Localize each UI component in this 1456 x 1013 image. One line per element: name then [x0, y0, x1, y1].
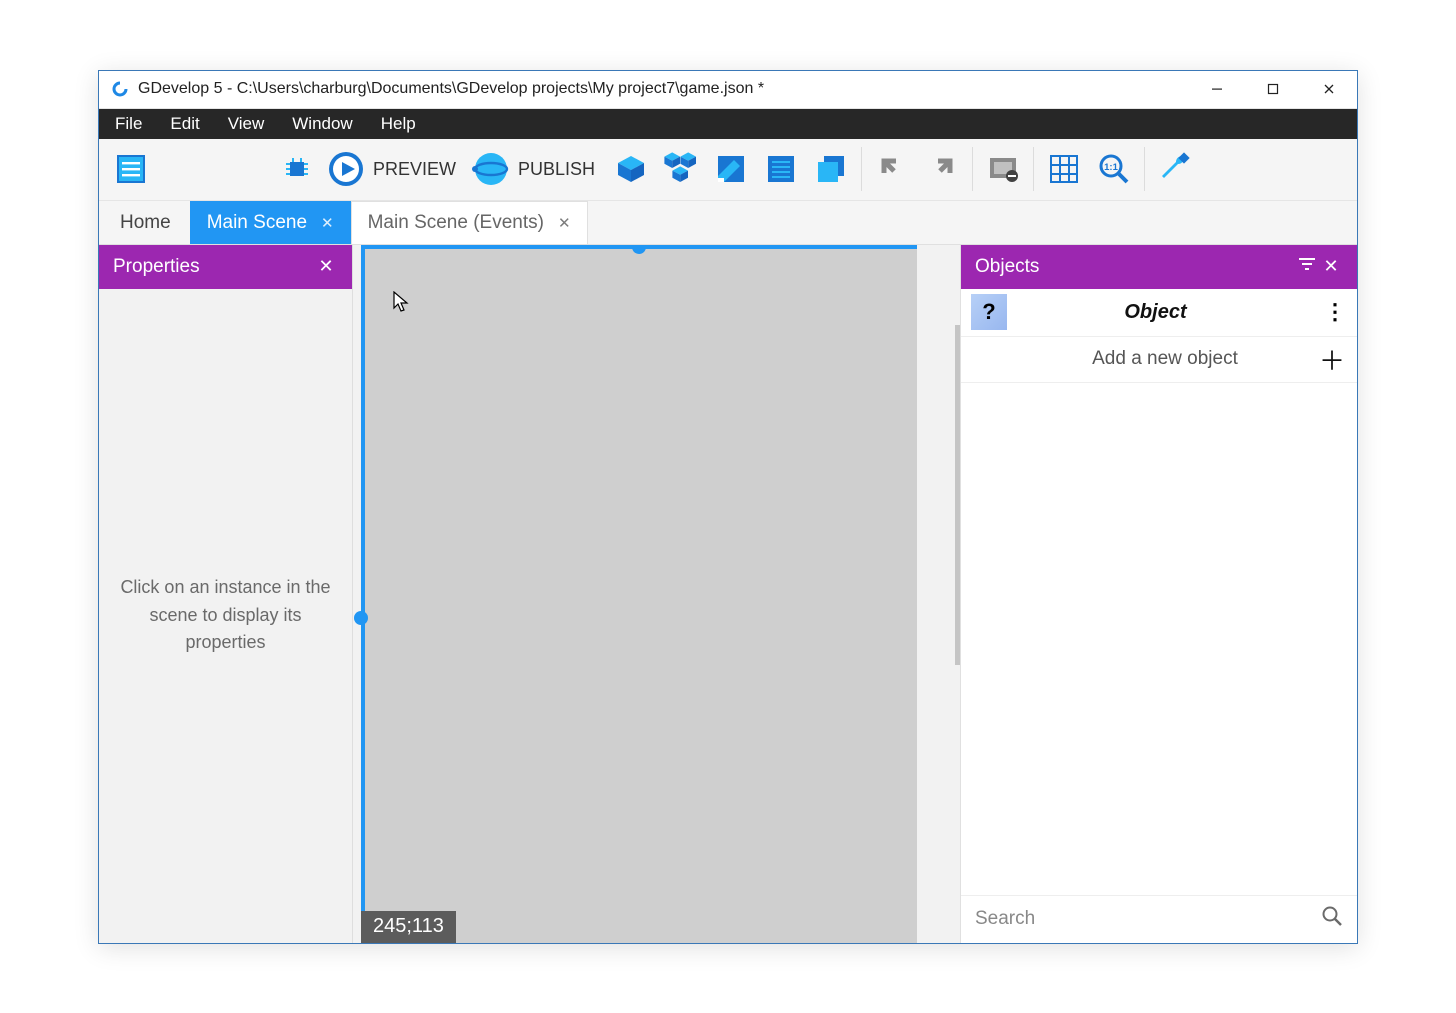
add-object-button[interactable]: Add a new object ＋	[961, 337, 1357, 383]
properties-panel: Properties ✕ Click on an instance in the…	[99, 245, 353, 943]
object-thumbnail-icon: ?	[971, 294, 1007, 330]
project-manager-button[interactable]	[109, 147, 153, 191]
toolbar: PREVIEW PUBLISH	[99, 139, 1357, 201]
open-objects-button[interactable]	[609, 147, 653, 191]
maximize-button[interactable]	[1245, 71, 1301, 108]
app-logo-icon	[111, 80, 129, 98]
publish-label: PUBLISH	[518, 159, 595, 180]
properties-title: Properties	[113, 256, 200, 278]
debugger-button[interactable]	[275, 147, 319, 191]
object-name: Object	[1021, 301, 1310, 324]
menu-file[interactable]: File	[101, 110, 156, 138]
settings-button[interactable]	[1153, 147, 1197, 191]
open-properties-button[interactable]	[709, 147, 753, 191]
mask-button[interactable]	[981, 147, 1025, 191]
objects-header: Objects ✕	[961, 245, 1357, 289]
add-object-label: Add a new object	[981, 348, 1319, 370]
close-tab-icon[interactable]: ✕	[558, 214, 571, 232]
preview-label: PREVIEW	[373, 159, 456, 180]
zoom-reset-button[interactable]: 1:1	[1092, 147, 1136, 191]
search-icon	[1321, 905, 1343, 933]
main-row: Properties ✕ Click on an instance in the…	[99, 245, 1357, 943]
undo-button[interactable]	[870, 147, 914, 191]
close-tab-icon[interactable]: ✕	[321, 214, 334, 232]
menu-help[interactable]: Help	[367, 110, 430, 138]
objects-title: Objects	[975, 256, 1039, 278]
svg-text:1:1: 1:1	[1104, 162, 1118, 173]
app-window: GDevelop 5 - C:\Users\charburg\Documents…	[98, 70, 1358, 944]
tab-home-label: Home	[120, 212, 171, 234]
window-controls	[1189, 71, 1357, 108]
object-row[interactable]: ? Object ⋮	[961, 289, 1357, 337]
properties-empty-text: Click on an instance in the scene to dis…	[99, 289, 352, 943]
title-bar: GDevelop 5 - C:\Users\charburg\Documents…	[99, 71, 1357, 109]
close-panel-icon[interactable]: ✕	[314, 256, 338, 277]
scene-scrollbar[interactable]	[955, 325, 960, 665]
tab-label: Main Scene (Events)	[368, 212, 544, 234]
menu-window[interactable]: Window	[278, 110, 366, 138]
menu-view[interactable]: View	[214, 110, 279, 138]
camera-bound-left	[361, 245, 365, 943]
editor-tabs: Home Main Scene ✕ Main Scene (Events) ✕	[99, 201, 1357, 245]
minimize-button[interactable]	[1189, 71, 1245, 108]
cursor-coordinates: 245;113	[361, 911, 456, 943]
objects-search[interactable]: Search	[961, 895, 1357, 943]
properties-header: Properties ✕	[99, 245, 352, 289]
tab-label: Main Scene	[207, 212, 307, 234]
close-window-button[interactable]	[1301, 71, 1357, 108]
scene-canvas[interactable]	[361, 245, 917, 943]
tab-home[interactable]: Home	[101, 201, 190, 244]
objects-panel: Objects ✕ ? Object ⋮ Add a new object ＋ …	[960, 245, 1357, 943]
open-layers-button[interactable]	[809, 147, 853, 191]
toggle-grid-button[interactable]	[1042, 147, 1086, 191]
open-instances-button[interactable]	[759, 147, 803, 191]
search-placeholder: Search	[975, 908, 1321, 930]
object-menu-icon[interactable]: ⋮	[1324, 299, 1345, 325]
open-groups-button[interactable]	[659, 147, 703, 191]
tab-main-scene-events[interactable]: Main Scene (Events) ✕	[351, 201, 588, 244]
window-title: GDevelop 5 - C:\Users\charburg\Documents…	[138, 80, 1189, 98]
filter-icon[interactable]	[1295, 256, 1319, 277]
publish-button[interactable]: PUBLISH	[470, 147, 603, 191]
close-panel-icon[interactable]: ✕	[1319, 256, 1343, 277]
preview-button[interactable]: PREVIEW	[325, 147, 464, 191]
plus-icon: ＋	[1319, 341, 1345, 378]
menu-bar: File Edit View Window Help	[99, 109, 1357, 139]
tab-main-scene[interactable]: Main Scene ✕	[190, 201, 351, 244]
redo-button[interactable]	[920, 147, 964, 191]
scene-editor[interactable]: 245;113	[353, 245, 960, 943]
menu-edit[interactable]: Edit	[156, 110, 213, 138]
camera-handle-left[interactable]	[354, 611, 368, 625]
